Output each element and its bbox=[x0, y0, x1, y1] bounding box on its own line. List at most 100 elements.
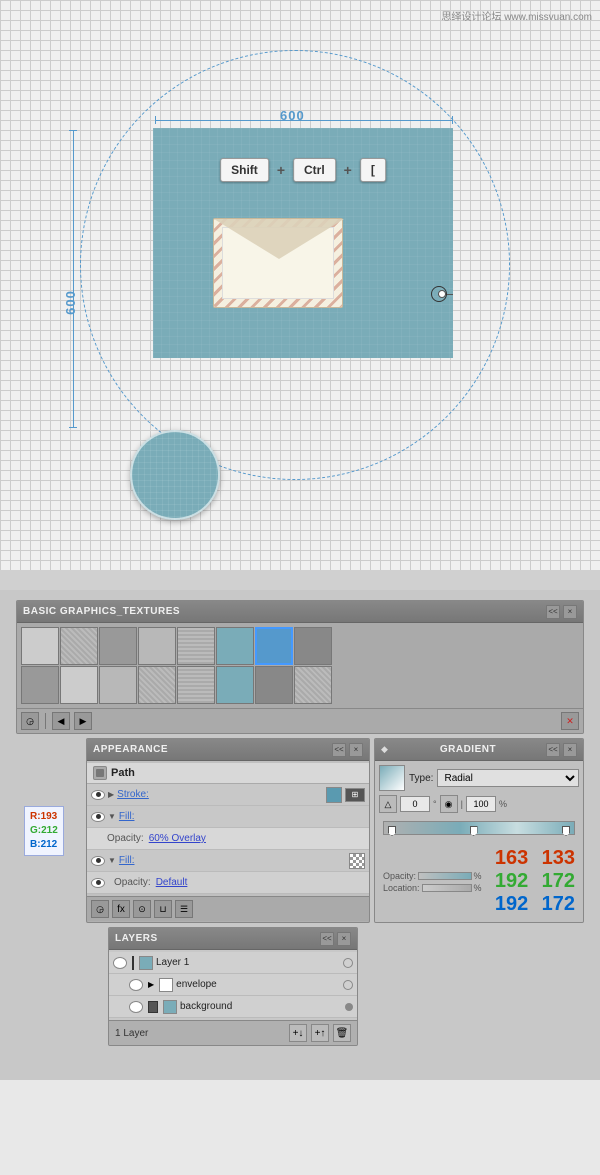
texture-swatch-8[interactable] bbox=[294, 627, 332, 665]
texture-swatch-4[interactable] bbox=[138, 627, 176, 665]
envelope-visibility-icon[interactable] bbox=[129, 979, 143, 991]
texture-tool-delete[interactable]: ✕ bbox=[561, 712, 579, 730]
textures-panel-title: BASIC GRAPHICS_TEXTURES bbox=[23, 606, 180, 617]
stroke-color-swatch[interactable] bbox=[326, 787, 342, 803]
stroke-label[interactable]: Stroke: bbox=[117, 789, 323, 800]
dimension-height: 600 bbox=[63, 290, 78, 315]
layers-delete-btn[interactable]: 🗑 bbox=[333, 1024, 351, 1042]
background-visibility-icon[interactable] bbox=[129, 1001, 143, 1013]
texture-tool-prev[interactable]: ◀ bbox=[52, 712, 70, 730]
opacity2-visibility-icon[interactable] bbox=[91, 878, 105, 888]
layer1-target-icon[interactable] bbox=[343, 958, 353, 968]
opacity2-value[interactable]: Default bbox=[156, 877, 188, 888]
layers-new-layer-btn[interactable]: +↓ bbox=[289, 1024, 307, 1042]
stroke-expand-arrow[interactable]: ▶ bbox=[108, 790, 114, 799]
texture-swatch-15[interactable] bbox=[255, 666, 293, 704]
texture-swatch-2[interactable] bbox=[60, 627, 98, 665]
rgb-b-value: 212 bbox=[41, 839, 58, 850]
opacity-text-row: Opacity: 60% Overlay bbox=[87, 828, 369, 850]
fill-opacity-visibility-icon[interactable] bbox=[91, 812, 105, 822]
panels-area: BASIC GRAPHICS_TEXTURES << × ◶ bbox=[0, 590, 600, 1080]
fill2-label[interactable]: Fill: bbox=[119, 855, 346, 866]
rgb-r-label: R: bbox=[30, 811, 41, 822]
textures-collapse-btn[interactable]: << bbox=[546, 605, 560, 619]
appearance-panel-controls[interactable]: << × bbox=[332, 743, 363, 757]
gradient-close-btn[interactable]: × bbox=[563, 743, 577, 757]
gradient-body: Type: Radial △ ° ◉ | % bbox=[375, 761, 583, 922]
opacity-value[interactable]: 60% Overlay bbox=[149, 833, 206, 844]
location-slider[interactable] bbox=[422, 884, 472, 892]
layer-row-background[interactable]: background bbox=[109, 996, 357, 1018]
rgb-far-right-section: 133 172 172 bbox=[542, 847, 575, 916]
main-canvas: Shift + Ctrl + [ bbox=[153, 128, 453, 358]
envelope-expand-arrow[interactable]: ▶ bbox=[148, 980, 154, 989]
layers-add-btn[interactable]: +↑ bbox=[311, 1024, 329, 1042]
gradient-pct-input[interactable] bbox=[466, 796, 496, 812]
texture-swatch-13[interactable] bbox=[177, 666, 215, 704]
gradient-panel-controls[interactable]: << × bbox=[546, 743, 577, 757]
appearance-collapse-btn[interactable]: << bbox=[332, 743, 346, 757]
textures-panel-controls[interactable]: << × bbox=[546, 605, 577, 619]
gradient-panel: ◆ GRADIENT << × Type: Radial △ bbox=[374, 738, 584, 923]
stroke-options[interactable]: ⊞ bbox=[345, 788, 365, 802]
gradient-type-select[interactable]: Radial bbox=[437, 769, 579, 787]
envelope-target-icon[interactable] bbox=[343, 980, 353, 990]
layers-close-btn[interactable]: × bbox=[337, 932, 351, 946]
envelope-body bbox=[213, 218, 343, 308]
gradient-ctrl-2[interactable]: ◉ bbox=[440, 795, 458, 813]
appearance-tool-3[interactable]: ⊙ bbox=[133, 900, 151, 918]
transform-origin-point[interactable] bbox=[431, 286, 447, 302]
appearance-tool-1[interactable]: ◶ bbox=[91, 900, 109, 918]
appearance-panel-header: APPEARANCE << × bbox=[87, 739, 369, 761]
gradient-collapse-btn[interactable]: << bbox=[546, 743, 560, 757]
background-target-icon[interactable] bbox=[345, 1003, 353, 1011]
layers-collapse-btn[interactable]: << bbox=[320, 932, 334, 946]
fill-opacity-arrow[interactable]: ▼ bbox=[108, 812, 116, 821]
texture-swatch-1[interactable] bbox=[21, 627, 59, 665]
appearance-tool-5[interactable]: ☰ bbox=[175, 900, 193, 918]
fill2-swatch[interactable] bbox=[349, 853, 365, 869]
texture-swatch-5[interactable] bbox=[177, 627, 215, 665]
stroke-row[interactable]: ▶ Stroke: ⊞ bbox=[87, 784, 369, 806]
gradient-ctrl-1[interactable]: △ bbox=[379, 795, 397, 813]
layers-panel-header: LAYERS << × bbox=[109, 928, 357, 950]
appearance-tool-2[interactable]: fx bbox=[112, 900, 130, 918]
gradient-stop-right[interactable] bbox=[562, 826, 570, 836]
texture-swatch-11[interactable] bbox=[99, 666, 137, 704]
fill-label-2[interactable]: Fill: bbox=[119, 811, 135, 822]
texture-swatch-9[interactable] bbox=[21, 666, 59, 704]
gradient-preview-small[interactable] bbox=[379, 765, 405, 791]
fill-row-2[interactable]: ▼ Fill: bbox=[87, 850, 369, 872]
stroke-visibility-icon[interactable] bbox=[91, 790, 105, 800]
layer-row-envelope[interactable]: ▶ envelope bbox=[109, 974, 357, 996]
gradient-stop-left[interactable] bbox=[388, 826, 396, 836]
texture-swatch-16[interactable] bbox=[294, 666, 332, 704]
texture-tool-sep bbox=[45, 713, 46, 729]
gradient-bar[interactable] bbox=[383, 821, 575, 835]
texture-tool-next[interactable]: ▶ bbox=[74, 712, 92, 730]
texture-tool-add[interactable]: ◶ bbox=[21, 712, 39, 730]
texture-swatch-7[interactable] bbox=[255, 627, 293, 665]
background-lock-icon bbox=[148, 1001, 158, 1013]
layer-row-1[interactable]: Layer 1 bbox=[109, 952, 357, 974]
texture-swatch-3[interactable] bbox=[99, 627, 137, 665]
layer1-visibility-icon[interactable] bbox=[113, 957, 127, 969]
gradient-stop-mid[interactable] bbox=[470, 826, 478, 836]
gradient-angle-input[interactable] bbox=[400, 796, 430, 812]
texture-swatch-12[interactable] bbox=[138, 666, 176, 704]
appearance-close-btn[interactable]: × bbox=[349, 743, 363, 757]
gradient-rgb-g1: 192 bbox=[495, 870, 528, 893]
opacity-slider[interactable] bbox=[418, 872, 472, 880]
appearance-tool-4[interactable]: ⊔ bbox=[154, 900, 172, 918]
layers-panel-controls[interactable]: << × bbox=[320, 932, 351, 946]
gradient-rgb-r1: 163 bbox=[495, 847, 528, 870]
appearance-panel-title: APPEARANCE bbox=[93, 744, 168, 755]
fill2-expand-arrow[interactable]: ▼ bbox=[108, 856, 116, 865]
background-layer-name: background bbox=[180, 1001, 342, 1012]
appearance-panel: APPEARANCE << × Path ▶ Stro bbox=[86, 738, 370, 923]
texture-swatch-14[interactable] bbox=[216, 666, 254, 704]
texture-swatch-10[interactable] bbox=[60, 666, 98, 704]
fill2-visibility-icon[interactable] bbox=[91, 856, 105, 866]
texture-swatch-6[interactable] bbox=[216, 627, 254, 665]
textures-close-btn[interactable]: × bbox=[563, 605, 577, 619]
